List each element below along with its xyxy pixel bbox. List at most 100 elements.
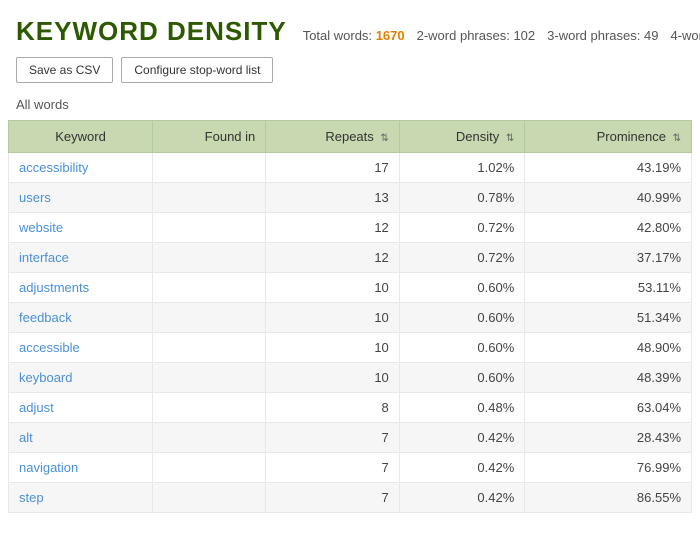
table-row: accessibility 171.02%43.19% bbox=[9, 153, 692, 183]
keyword-cell[interactable]: users bbox=[9, 183, 153, 213]
found-in-cell bbox=[153, 213, 266, 243]
prominence-cell: 51.34% bbox=[525, 303, 692, 333]
col-repeats[interactable]: Repeats ⇅ bbox=[266, 121, 400, 153]
keyword-cell[interactable]: navigation bbox=[9, 453, 153, 483]
density-cell: 0.60% bbox=[399, 363, 525, 393]
keyword-cell[interactable]: alt bbox=[9, 423, 153, 453]
repeats-cell: 7 bbox=[266, 453, 400, 483]
density-cell: 0.42% bbox=[399, 423, 525, 453]
found-in-cell bbox=[153, 333, 266, 363]
keyword-cell[interactable]: website bbox=[9, 213, 153, 243]
table-row: adjust 80.48%63.04% bbox=[9, 393, 692, 423]
repeats-sort-icon: ⇅ bbox=[380, 133, 388, 144]
prominence-cell: 86.55% bbox=[525, 483, 692, 513]
table-header-row: Keyword Found in Repeats ⇅ Density ⇅ Pro… bbox=[9, 121, 692, 153]
table-row: navigation 70.42%76.99% bbox=[9, 453, 692, 483]
prominence-cell: 76.99% bbox=[525, 453, 692, 483]
col-density[interactable]: Density ⇅ bbox=[399, 121, 525, 153]
total-words-label: Total words: bbox=[303, 28, 372, 43]
keyword-cell[interactable]: keyboard bbox=[9, 363, 153, 393]
keyword-cell[interactable]: adjust bbox=[9, 393, 153, 423]
configure-stopword-button[interactable]: Configure stop-word list bbox=[121, 57, 273, 83]
toolbar: Save as CSV Configure stop-word list bbox=[0, 57, 700, 93]
col-prominence[interactable]: Prominence ⇅ bbox=[525, 121, 692, 153]
repeats-cell: 10 bbox=[266, 363, 400, 393]
repeats-cell: 17 bbox=[266, 153, 400, 183]
total-words-stat: Total words: 1670 bbox=[303, 28, 405, 43]
found-in-cell bbox=[153, 363, 266, 393]
repeats-cell: 8 bbox=[266, 393, 400, 423]
found-in-cell bbox=[153, 303, 266, 333]
save-csv-button[interactable]: Save as CSV bbox=[16, 57, 113, 83]
repeats-cell: 13 bbox=[266, 183, 400, 213]
page-title: KEYWORD DENSITY bbox=[16, 16, 287, 47]
section-label: All words bbox=[0, 93, 700, 120]
prominence-cell: 37.17% bbox=[525, 243, 692, 273]
density-cell: 0.42% bbox=[399, 453, 525, 483]
keyword-cell[interactable]: step bbox=[9, 483, 153, 513]
keyword-table-wrap: Keyword Found in Repeats ⇅ Density ⇅ Pro… bbox=[0, 120, 700, 513]
table-row: keyboard 100.60%48.39% bbox=[9, 363, 692, 393]
density-cell: 0.60% bbox=[399, 303, 525, 333]
density-cell: 0.72% bbox=[399, 213, 525, 243]
stats-bar: Total words: 1670 2-word phrases: 102 3-… bbox=[303, 28, 700, 43]
density-cell: 0.60% bbox=[399, 333, 525, 363]
page-header: KEYWORD DENSITY Total words: 1670 2-word… bbox=[0, 0, 700, 57]
phrase3-value: 49 bbox=[644, 28, 658, 43]
density-sort-icon: ⇅ bbox=[506, 133, 514, 144]
density-cell: 0.78% bbox=[399, 183, 525, 213]
keyword-cell[interactable]: accessible bbox=[9, 333, 153, 363]
phrase3-stat: 3-word phrases: 49 bbox=[547, 28, 658, 43]
phrase2-value: 102 bbox=[513, 28, 535, 43]
table-row: users 130.78%40.99% bbox=[9, 183, 692, 213]
found-in-cell bbox=[153, 243, 266, 273]
found-in-cell bbox=[153, 423, 266, 453]
phrase4-stat: 4-word p bbox=[670, 28, 700, 43]
repeats-cell: 10 bbox=[266, 303, 400, 333]
table-body: accessibility 171.02%43.19% users 130.78%40… bbox=[9, 153, 692, 513]
density-cell: 0.42% bbox=[399, 483, 525, 513]
found-in-cell bbox=[153, 183, 266, 213]
prominence-cell: 48.39% bbox=[525, 363, 692, 393]
prominence-sort-icon: ⇅ bbox=[673, 133, 681, 144]
density-cell: 0.72% bbox=[399, 243, 525, 273]
keyword-cell[interactable]: accessibility bbox=[9, 153, 153, 183]
table-row: adjustments100.60%53.11% bbox=[9, 273, 692, 303]
density-cell: 1.02% bbox=[399, 153, 525, 183]
found-in-cell bbox=[153, 483, 266, 513]
keyword-table: Keyword Found in Repeats ⇅ Density ⇅ Pro… bbox=[8, 120, 692, 513]
repeats-cell: 12 bbox=[266, 243, 400, 273]
phrase4-label: 4-word p bbox=[670, 28, 700, 43]
density-cell: 0.60% bbox=[399, 273, 525, 303]
table-row: interface 120.72%37.17% bbox=[9, 243, 692, 273]
density-label: Density bbox=[456, 129, 499, 144]
repeats-cell: 7 bbox=[266, 483, 400, 513]
prominence-cell: 40.99% bbox=[525, 183, 692, 213]
phrase3-label: 3-word phrases: bbox=[547, 28, 640, 43]
table-row: alt 70.42%28.43% bbox=[9, 423, 692, 453]
keyword-cell[interactable]: feedback bbox=[9, 303, 153, 333]
repeats-cell: 10 bbox=[266, 333, 400, 363]
repeats-cell: 7 bbox=[266, 423, 400, 453]
phrase2-stat: 2-word phrases: 102 bbox=[417, 28, 536, 43]
prominence-cell: 63.04% bbox=[525, 393, 692, 423]
prominence-cell: 53.11% bbox=[525, 273, 692, 303]
found-in-cell bbox=[153, 453, 266, 483]
keyword-cell[interactable]: interface bbox=[9, 243, 153, 273]
density-cell: 0.48% bbox=[399, 393, 525, 423]
prominence-cell: 28.43% bbox=[525, 423, 692, 453]
found-in-cell bbox=[153, 153, 266, 183]
table-row: feedback 100.60%51.34% bbox=[9, 303, 692, 333]
table-row: accessible 100.60%48.90% bbox=[9, 333, 692, 363]
prominence-cell: 43.19% bbox=[525, 153, 692, 183]
col-found-in[interactable]: Found in bbox=[153, 121, 266, 153]
total-words-value: 1670 bbox=[376, 28, 405, 43]
found-in-cell bbox=[153, 393, 266, 423]
table-row: step 70.42%86.55% bbox=[9, 483, 692, 513]
repeats-cell: 12 bbox=[266, 213, 400, 243]
prominence-cell: 48.90% bbox=[525, 333, 692, 363]
col-keyword: Keyword bbox=[9, 121, 153, 153]
phrase2-label: 2-word phrases: bbox=[417, 28, 510, 43]
found-in-cell bbox=[153, 273, 266, 303]
keyword-cell[interactable]: adjustments bbox=[9, 273, 153, 303]
